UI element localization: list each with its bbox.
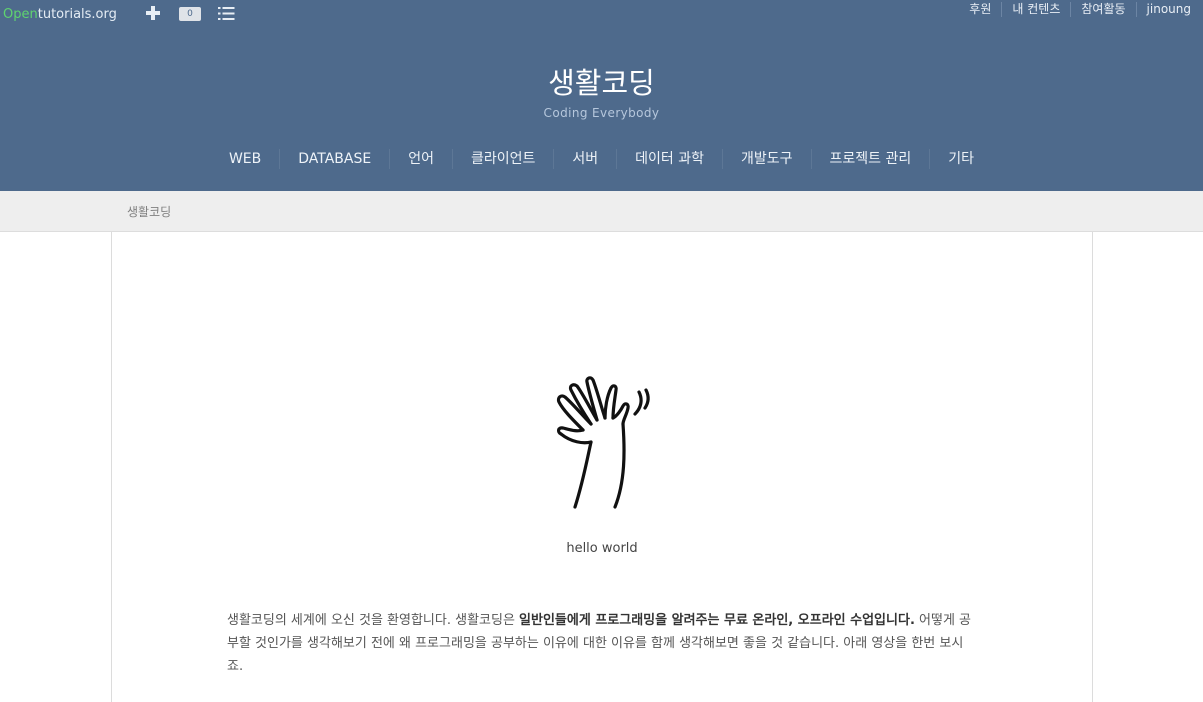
main-nav: WEB DATABASE 언어 클라이언트 서버 데이터 과학 개발도구 프로젝… xyxy=(0,149,1203,169)
breadcrumb[interactable]: 생활코딩 xyxy=(127,203,171,220)
image-caption: hello world xyxy=(566,541,638,556)
site-title[interactable]: 생활코딩 xyxy=(0,64,1203,102)
user-profile-link[interactable]: jinoung xyxy=(1135,2,1203,17)
nav-item-client[interactable]: 클라이언트 xyxy=(451,149,553,169)
site-header: Opentutorials.org 0 후원 내 컨텐츠 참여활동 jinoun… xyxy=(0,0,1203,191)
logo-rest-text: tutorials.org xyxy=(37,6,117,22)
nav-item-language[interactable]: 언어 xyxy=(389,149,452,169)
nav-item-data-science[interactable]: 데이터 과학 xyxy=(616,149,722,169)
donate-link[interactable]: 후원 xyxy=(959,2,1001,17)
opentutorials-logo[interactable]: Opentutorials.org xyxy=(3,5,117,23)
logo-open-text: Open xyxy=(3,6,38,22)
waving-hand-icon xyxy=(553,372,653,512)
nav-item-server[interactable]: 서버 xyxy=(553,149,616,169)
nav-item-project-management[interactable]: 프로젝트 관리 xyxy=(810,149,930,169)
my-content-link[interactable]: 내 컨텐츠 xyxy=(1001,2,1070,17)
nav-item-database[interactable]: DATABASE xyxy=(279,149,389,169)
user-menu: 후원 내 컨텐츠 참여활동 jinoung xyxy=(959,2,1203,17)
activity-link[interactable]: 참여활동 xyxy=(1070,2,1135,17)
intro-paragraph: 생활코딩의 세계에 오신 것을 환영합니다. 생활코딩은 일반인들에게 프로그래… xyxy=(227,609,977,678)
list-icon[interactable] xyxy=(218,6,235,21)
intro-text-1: 생활코딩의 세계에 오신 것을 환영합니다. 생활코딩은 xyxy=(227,613,520,628)
main-content: hello world 생활코딩의 세계에 오신 것을 환영합니다. 생활코딩은… xyxy=(111,232,1093,702)
site-subtitle: Coding Everybody xyxy=(543,106,660,120)
breadcrumb-bar: 생활코딩 xyxy=(0,191,1203,232)
plus-icon[interactable] xyxy=(145,5,161,21)
nav-item-web[interactable]: WEB xyxy=(211,149,279,169)
intro-bold-text: 일반인들에게 프로그래밍을 알려주는 무료 온라인, 오프라인 수업입니다. xyxy=(519,613,915,628)
nav-item-etc[interactable]: 기타 xyxy=(929,149,992,169)
notification-count-badge[interactable]: 0 xyxy=(179,7,201,21)
nav-item-dev-tools[interactable]: 개발도구 xyxy=(722,149,811,169)
